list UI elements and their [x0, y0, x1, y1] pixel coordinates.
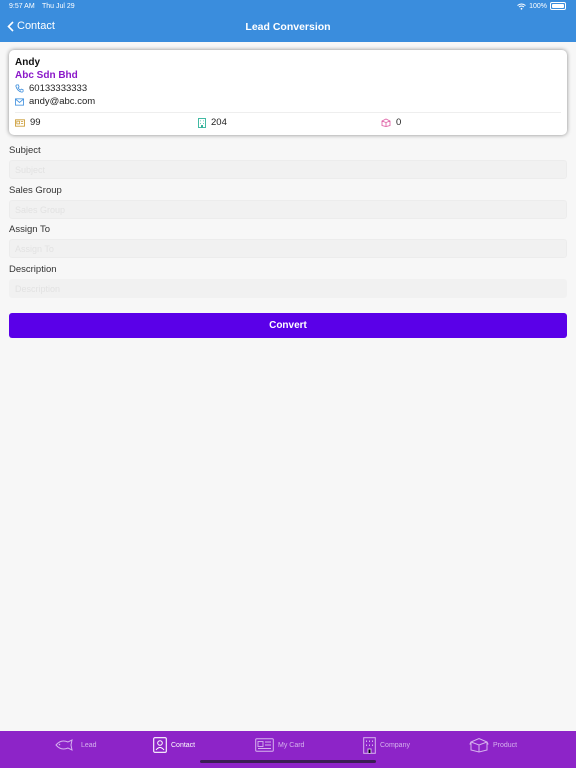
- sales-group-input[interactable]: [9, 200, 567, 219]
- contact-card-icon: [153, 737, 167, 753]
- tab-company-label: Company: [380, 741, 410, 749]
- phone-icon: [15, 84, 24, 93]
- stat-cards: 99: [15, 117, 41, 128]
- box-icon: [381, 118, 391, 127]
- stat-companies: 204: [198, 117, 227, 128]
- id-card-icon: [255, 738, 274, 752]
- battery-icon: [550, 2, 566, 10]
- email-address: andy@abc.com: [29, 96, 96, 107]
- contact-email[interactable]: andy@abc.com: [15, 96, 95, 107]
- mail-icon: [15, 97, 24, 106]
- status-bar: 9:57 AM Thu Jul 29 100%: [0, 0, 576, 14]
- description-label: Description: [9, 264, 57, 275]
- status-time: 9:57 AM: [9, 3, 35, 10]
- contact-phone[interactable]: 60133333333: [15, 83, 87, 94]
- subject-label: Subject: [9, 145, 41, 156]
- box-icon: [469, 737, 489, 753]
- sales-group-label: Sales Group: [9, 185, 62, 196]
- status-date: Thu Jul 29: [42, 3, 75, 10]
- status-right: 100%: [517, 2, 566, 10]
- tab-lead[interactable]: Lead: [55, 736, 97, 754]
- wifi-icon: [517, 3, 526, 10]
- stat-products-value: 0: [396, 117, 402, 128]
- building-icon: [363, 736, 376, 754]
- tab-my-card[interactable]: My Card: [255, 736, 304, 754]
- card-divider: [15, 112, 561, 113]
- tab-contact[interactable]: Contact: [153, 736, 195, 754]
- assign-to-input[interactable]: [9, 239, 567, 258]
- building-icon: [198, 117, 206, 128]
- stat-companies-value: 204: [211, 117, 227, 128]
- contact-name: Andy: [15, 57, 40, 68]
- stat-cards-value: 99: [30, 117, 41, 128]
- navigation-header: 9:57 AM Thu Jul 29 100% Contact Lead Con…: [0, 0, 576, 42]
- tab-product[interactable]: Product: [469, 736, 517, 754]
- page-title: Lead Conversion: [245, 21, 331, 33]
- tab-company[interactable]: Company: [363, 736, 410, 754]
- assign-to-label: Assign To: [9, 224, 51, 235]
- battery-percent: 100%: [529, 2, 547, 10]
- stat-products: 0: [381, 117, 401, 128]
- tab-contact-label: Contact: [171, 741, 196, 749]
- tab-my-card-label: My Card: [278, 741, 305, 749]
- contact-company: Abc Sdn Bhd: [15, 70, 78, 81]
- id-card-icon: [15, 118, 25, 127]
- contact-card[interactable]: Andy Abc Sdn Bhd 60133333333 andy@abc.co…: [9, 50, 567, 135]
- phone-number: 60133333333: [29, 83, 88, 94]
- subject-input[interactable]: [9, 160, 567, 179]
- fish-icon: [55, 739, 73, 751]
- description-input[interactable]: [9, 279, 567, 298]
- home-indicator[interactable]: [200, 760, 376, 763]
- tab-product-label: Product: [493, 741, 518, 749]
- convert-button[interactable]: Convert: [9, 313, 567, 338]
- tab-lead-label: Lead: [81, 741, 97, 749]
